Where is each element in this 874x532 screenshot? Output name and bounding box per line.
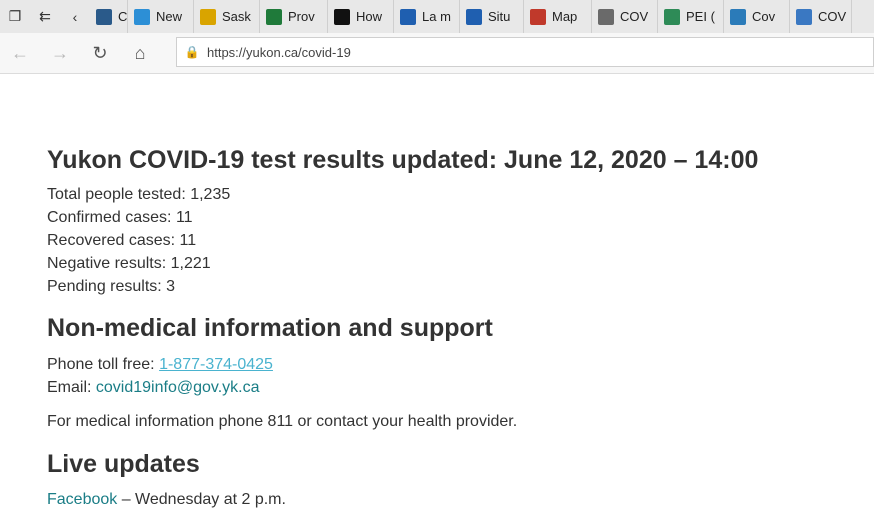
browser-tab[interactable]: Cov <box>724 0 790 33</box>
stat-pending: Pending results: 3 <box>47 278 176 295</box>
facebook-link[interactable]: Facebook <box>47 491 117 508</box>
tab-bar: ❐ ⇇ ‹ Case New Sask Prov How La m Situ Map COV PE… <box>0 0 874 33</box>
email-line: Email: covid19info@gov.yk.ca <box>47 379 260 397</box>
scroll-tabs-left-icon[interactable]: ‹ <box>60 0 90 33</box>
stat-recovered: Recovered cases: 11 <box>47 232 197 249</box>
live-updates-heading: Live updates <box>47 450 200 478</box>
browser-tab[interactable]: La m <box>394 0 460 33</box>
fleur-icon <box>466 8 482 25</box>
browser-tab[interactable]: Situ <box>460 0 524 33</box>
fleur-icon <box>400 8 416 25</box>
tab-label: Situ <box>488 9 511 24</box>
email-link[interactable]: covid19info@gov.yk.ca <box>96 379 260 396</box>
tab-label: La m <box>422 9 451 24</box>
browser-tab[interactable]: How <box>328 0 394 33</box>
tab-label: Prov <box>288 9 315 24</box>
browser-tab[interactable]: Prov <box>260 0 328 33</box>
island-icon <box>664 8 680 25</box>
back-arrow-icon[interactable]: ← <box>0 33 40 73</box>
facebook-line: Facebook – Wednesday at 2 p.m. <box>47 491 286 509</box>
support-heading: Non-medical information and support <box>47 314 493 342</box>
address-bar[interactable]: 🔒 https://yukon.ca/covid-19 <box>176 37 874 67</box>
tab-label: COV <box>620 9 649 24</box>
browser-tab[interactable]: PEI ( <box>658 0 724 33</box>
browser-tab[interactable]: New <box>128 0 194 33</box>
globe-icon <box>730 8 746 25</box>
shield-icon <box>334 8 350 25</box>
browser-tab[interactable]: Case <box>90 0 128 33</box>
phone-line: Phone toll free: 1-877-374-0425 <box>47 356 273 374</box>
tab-actions-icon[interactable]: ❐ <box>0 0 30 33</box>
refresh-icon[interactable]: ↻ <box>80 33 120 73</box>
tab-label: PEI ( <box>686 9 715 24</box>
chart-icon <box>134 8 150 25</box>
map-icon <box>530 8 546 25</box>
lock-icon: 🔒 <box>184 45 200 59</box>
tab-label: COV <box>818 9 847 24</box>
forward-arrow-icon[interactable]: → <box>40 33 80 73</box>
tab-label: Case <box>118 9 128 24</box>
wheat-icon <box>200 8 216 25</box>
flag-icon <box>266 8 282 25</box>
doc-icon <box>598 8 614 25</box>
email-label: Email: <box>47 379 96 396</box>
facebook-schedule: – Wednesday at 2 p.m. <box>117 491 286 508</box>
browser-tab[interactable]: COV <box>790 0 852 33</box>
home-icon[interactable]: ⌂ <box>120 33 160 73</box>
tab-label: Cov <box>752 9 776 24</box>
phone-label: Phone toll free: <box>47 356 160 373</box>
set-aside-tabs-icon[interactable]: ⇇ <box>30 0 60 33</box>
stat-confirmed: Confirmed cases: 11 <box>47 209 193 226</box>
page-icon <box>96 8 112 25</box>
page-title: Yukon COVID-19 test results updated: Jun… <box>47 146 759 174</box>
navigation-bar: ← → ↻ ⌂ 🔒 https://yukon.ca/covid-19 <box>0 33 874 74</box>
browser-tab[interactable]: COV <box>592 0 658 33</box>
stat-total-tested: Total people tested: 1,235 <box>47 186 231 203</box>
stat-negative: Negative results: 1,221 <box>47 255 211 272</box>
tab-label: New <box>156 9 183 24</box>
phone-link[interactable]: 1-877-374-0425 <box>159 356 273 373</box>
url-text: https://yukon.ca/covid-19 <box>207 44 351 60</box>
medical-note: For medical information phone 811 or con… <box>47 413 518 430</box>
browser-tab[interactable]: Map <box>524 0 592 33</box>
crest-icon <box>796 8 812 25</box>
tab-label: Sask <box>222 9 251 24</box>
tab-label: Map <box>552 9 578 24</box>
browser-tab[interactable]: Sask <box>194 0 260 33</box>
tab-label: How <box>356 9 383 24</box>
